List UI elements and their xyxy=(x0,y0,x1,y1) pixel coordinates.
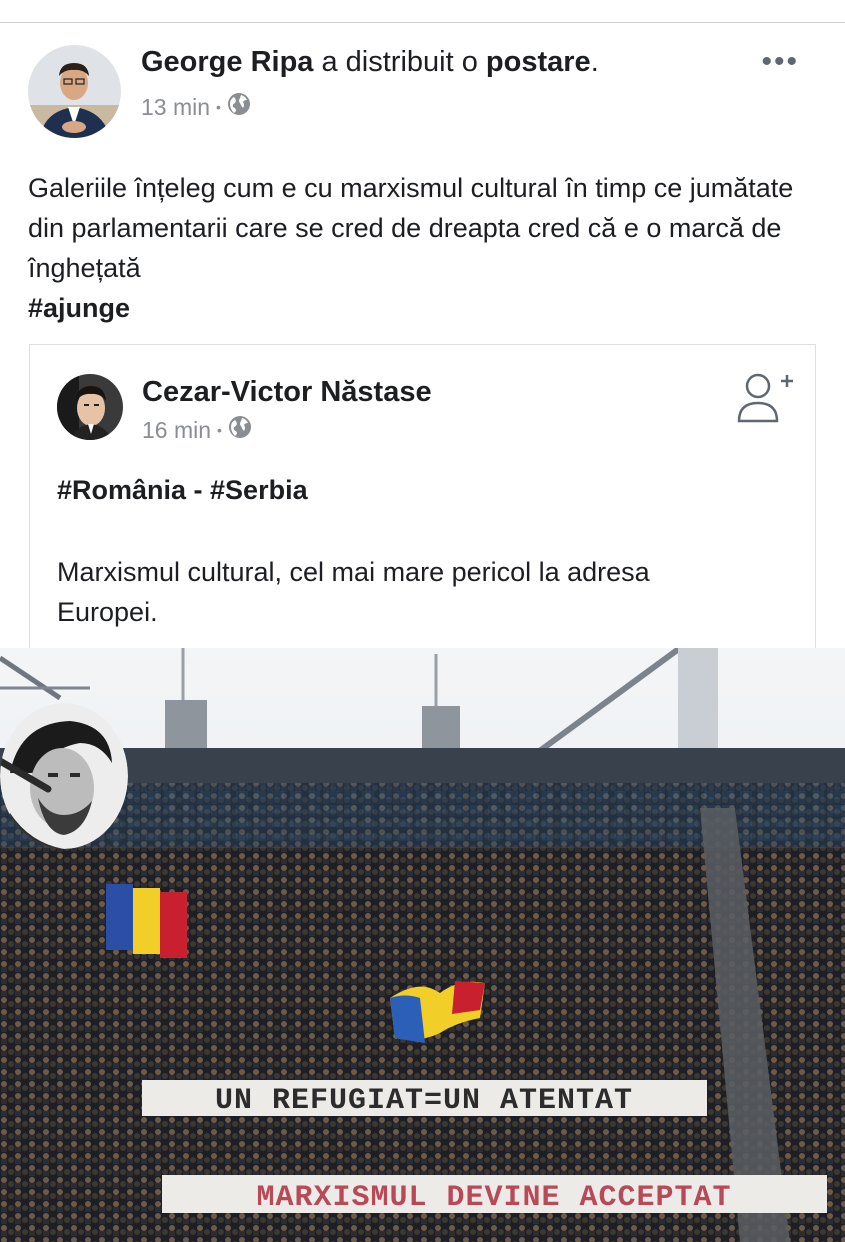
banner-bottom-text: MARXISMUL DEVINE ACCEPTAT xyxy=(256,1181,731,1215)
stadium-photo[interactable]: UN REFUGIAT=UN ATENTAT MARXISMUL DEVINE … xyxy=(0,648,845,1242)
post-header-line: George Ripa a distribuit o postare. xyxy=(141,46,599,79)
shared-post-card[interactable]: Cezar-Victor Năstase 16 min • #România -… xyxy=(29,344,816,654)
shared-author-avatar[interactable] xyxy=(57,374,123,440)
shared-author-name[interactable]: Cezar-Victor Năstase xyxy=(142,376,432,409)
post-body: Galeriile înțeleg cum e cu marxismul cul… xyxy=(28,173,794,283)
banner-top: UN REFUGIAT=UN ATENTAT xyxy=(142,1080,707,1118)
shared-post-link[interactable]: postare xyxy=(486,46,591,78)
post-meta: 13 min • xyxy=(141,92,251,122)
author-avatar[interactable] xyxy=(28,45,121,138)
banner-bottom: MARXISMUL DEVINE ACCEPTAT xyxy=(162,1175,827,1215)
post-timestamp[interactable]: 13 min xyxy=(141,94,210,121)
shared-post-meta: 16 min • xyxy=(142,415,252,445)
overlay-portrait xyxy=(0,703,128,849)
shared-post-timestamp[interactable]: 16 min xyxy=(142,417,211,444)
banner-top-text: UN REFUGIAT=UN ATENTAT xyxy=(215,1084,633,1118)
meta-separator: • xyxy=(217,422,222,438)
more-icon[interactable]: ••• xyxy=(761,47,799,77)
top-divider xyxy=(0,22,845,23)
action-suffix: . xyxy=(590,46,599,78)
meta-separator: • xyxy=(216,99,221,115)
shared-post-text: Marxismul cultural, cel mai mare pericol… xyxy=(57,557,650,627)
author-name[interactable]: George Ripa xyxy=(141,46,313,78)
add-friend-icon[interactable] xyxy=(735,369,795,429)
shared-hashtags[interactable]: #România - #Serbia xyxy=(57,475,308,506)
action-text: a distribuit o xyxy=(313,46,486,78)
post-hashtag[interactable]: #ajunge xyxy=(28,288,818,328)
globe-icon[interactable] xyxy=(227,92,251,122)
globe-icon[interactable] xyxy=(228,415,252,445)
post-text: Galeriile înțeleg cum e cu marxismul cul… xyxy=(28,168,818,328)
